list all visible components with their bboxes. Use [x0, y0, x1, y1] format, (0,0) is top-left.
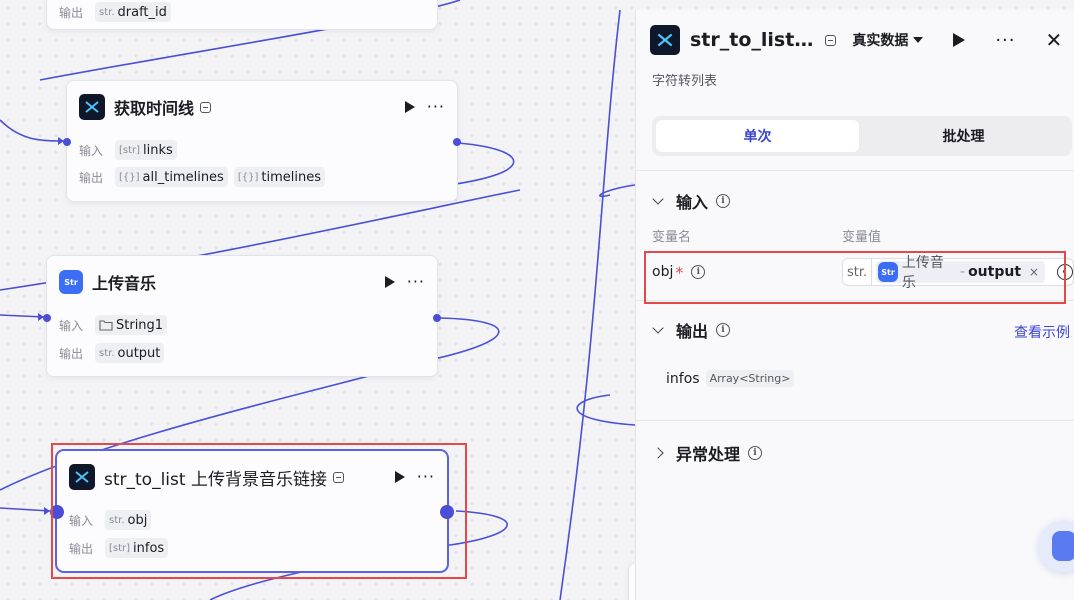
- input-section-header[interactable]: 输入 i: [652, 189, 731, 213]
- output-section-header[interactable]: 输出 i: [652, 318, 731, 342]
- node-title: 获取时间线: [114, 99, 195, 118]
- run-node-icon[interactable]: [394, 471, 405, 483]
- run-icon[interactable]: [953, 33, 966, 47]
- output-tag: [{}] all_timelines: [115, 167, 228, 187]
- output-name: infos: [666, 370, 700, 387]
- output-label: 输出: [59, 5, 84, 20]
- column-header-value: 变量值: [842, 230, 882, 245]
- variable-picker-icon[interactable]: [1057, 264, 1073, 280]
- node-status-icon: [825, 34, 837, 46]
- edge: [0, 119, 61, 142]
- more-icon[interactable]: ···: [417, 469, 435, 485]
- capcut-icon: [69, 464, 95, 490]
- chevron-down-icon[interactable]: [652, 321, 664, 334]
- run-node-icon[interactable]: [384, 276, 395, 288]
- output-label: 输出: [69, 541, 94, 556]
- panel-title: str_to_list…: [690, 29, 814, 51]
- output-type-tag: Array<String>: [705, 370, 795, 387]
- edge: [0, 314, 45, 318]
- string-plugin-icon: Str: [59, 270, 83, 294]
- chevron-down-icon[interactable]: [652, 192, 664, 205]
- run-node-icon[interactable]: [404, 101, 415, 113]
- real-data-dropdown[interactable]: 真实数据: [852, 30, 924, 50]
- more-icon[interactable]: ···: [427, 99, 445, 115]
- tab-single[interactable]: 单次: [656, 120, 859, 152]
- edge: [559, 9, 621, 600]
- output-port[interactable]: [440, 505, 454, 519]
- input-label: 输入: [69, 513, 94, 528]
- panel-description: 字符转列表: [652, 74, 718, 89]
- view-example-link[interactable]: 查看示例: [1014, 322, 1070, 342]
- output-tag: str. draft_id: [95, 2, 171, 22]
- run-mode-tabs: 单次 批处理: [652, 116, 1072, 156]
- node-get-timeline[interactable]: 获取时间线 ··· 输入 [str] links 输出 [{}] all_tim…: [63, 80, 461, 202]
- node-title: str_to_list 上传背景音乐链接: [104, 469, 327, 490]
- variable-name: obj: [652, 264, 674, 280]
- string-plugin-icon: Str: [878, 262, 898, 282]
- edge: [576, 394, 636, 426]
- assistant-icon: [1052, 531, 1074, 561]
- node-status-icon: [332, 471, 344, 483]
- edge: [0, 507, 51, 512]
- output-label: 输出: [79, 170, 104, 185]
- node-str-to-list[interactable]: str_to_list 上传背景音乐链接 ··· 输入 str. obj 输出 …: [50, 450, 454, 572]
- output-tag: str. output: [95, 343, 165, 363]
- node-upload-music[interactable]: Str 上传音乐 ··· 输入 String1 输出 str. output: [43, 255, 441, 377]
- input-label: 输入: [59, 318, 84, 333]
- error-section-header[interactable]: 异常处理 i: [652, 441, 763, 465]
- column-header-name: 变量名: [652, 230, 692, 245]
- input-variable-row: obj * i str. Str 上传音乐 - output ×: [652, 255, 1074, 291]
- input-tag: str. obj: [105, 510, 152, 530]
- tab-batch[interactable]: 批处理: [862, 120, 1065, 152]
- output-variable-row: infos Array<String>: [666, 370, 795, 387]
- chevron-right-icon[interactable]: [652, 447, 664, 459]
- output-tag: [{}] timelines: [233, 167, 325, 187]
- type-prefix: str.: [843, 259, 873, 285]
- more-icon[interactable]: ···: [995, 30, 1015, 51]
- input-port[interactable]: [50, 505, 64, 519]
- output-label: 输出: [59, 346, 84, 361]
- input-port[interactable]: [43, 314, 51, 322]
- caret-down-icon: [913, 37, 924, 43]
- info-icon[interactable]: i: [748, 446, 763, 460]
- more-icon[interactable]: ···: [407, 274, 425, 290]
- output-tag: [str] infos: [105, 538, 169, 558]
- required-mark: *: [675, 262, 684, 282]
- input-label: 输入: [79, 143, 104, 158]
- node-detail-panel: str_to_list… 真实数据 ··· ✕ 字符转列表 单次 批处理 输入 …: [635, 10, 1074, 600]
- close-icon[interactable]: ✕: [1046, 28, 1063, 52]
- remove-reference-icon[interactable]: ×: [1029, 265, 1039, 279]
- info-icon[interactable]: i: [716, 194, 731, 208]
- node-title: 上传音乐: [92, 274, 157, 293]
- reference-chip[interactable]: Str 上传音乐 - output ×: [876, 255, 1046, 291]
- edge: [599, 184, 636, 198]
- node-status-icon: [200, 101, 212, 113]
- divider: [636, 170, 1074, 171]
- divider: [636, 420, 1074, 421]
- output-port[interactable]: [433, 314, 441, 322]
- node-draft[interactable]: 输出 str. draft_id: [46, 0, 438, 30]
- input-tag: [str] links: [115, 140, 177, 160]
- divider: [636, 300, 1074, 301]
- capcut-icon: [650, 25, 680, 55]
- capcut-icon: [79, 94, 105, 120]
- input-tag: String1: [95, 315, 168, 335]
- info-icon[interactable]: i: [716, 323, 731, 337]
- output-port[interactable]: [453, 138, 461, 146]
- input-port[interactable]: [63, 138, 71, 146]
- variable-value-field[interactable]: str. Str 上传音乐 - output ×: [842, 255, 1074, 291]
- folder-icon: [99, 320, 113, 331]
- info-icon[interactable]: i: [691, 265, 706, 279]
